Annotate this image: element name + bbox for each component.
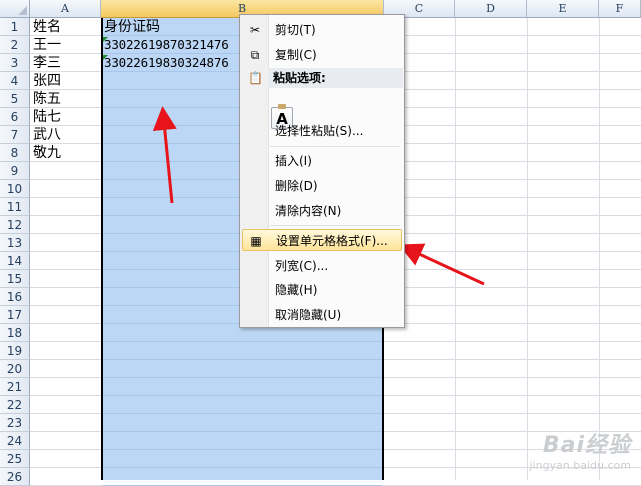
arrow-to-format-cells [398, 243, 485, 286]
menu-item-paste-special[interactable]: 选择性粘贴(S)... [242, 120, 402, 142]
arrow-to-column [152, 106, 177, 204]
copy-icon: ⧉ [250, 48, 260, 62]
menu-label: 插入(I) [275, 154, 312, 168]
scissors-icon: ✂ [249, 23, 261, 37]
menu-separator [270, 225, 400, 226]
menu-label: 复制(C) [275, 48, 317, 62]
menu-item-cut[interactable]: ✂ 剪切(T) [242, 19, 402, 41]
menu-label: 剪切(T) [275, 23, 316, 37]
menu-item-unhide[interactable]: 取消隐藏(U) [242, 304, 402, 326]
menu-label: 取消隐藏(U) [275, 308, 342, 322]
format-cells-icon: ▦ [250, 234, 262, 248]
menu-item-copy[interactable]: ⧉ 复制(C) [242, 44, 402, 66]
menu-label: 清除内容(N) [275, 204, 342, 218]
menu-item-delete[interactable]: 删除(D) [242, 175, 402, 197]
menu-item-clear-contents[interactable]: 清除内容(N) [242, 200, 402, 222]
menu-item-column-width[interactable]: 列宽(C)... [242, 255, 402, 277]
menu-label: 隐藏(H) [275, 283, 318, 297]
menu-item-hide[interactable]: 隐藏(H) [242, 279, 402, 301]
clipboard-icon: 📋 [248, 71, 263, 85]
watermark-logo: Bai经验 [542, 433, 631, 458]
menu-label: 选择性粘贴(S)... [275, 124, 364, 138]
paste-options-header: 粘贴选项: [268, 68, 403, 88]
menu-label: 列宽(C)... [275, 259, 329, 273]
context-menu: ✂ 剪切(T) ⧉ 复制(C) 粘贴选项: 📋 A 选择性粘贴(S)... 插入… [239, 14, 405, 328]
menu-label: 删除(D) [275, 179, 318, 193]
menu-item-insert[interactable]: 插入(I) [242, 150, 402, 172]
watermark-url: jingyan.baidu.com [529, 459, 631, 472]
menu-separator [270, 146, 400, 147]
menu-label: 设置单元格格式(F)... [276, 234, 388, 248]
menu-item-format-cells[interactable]: ▦ 设置单元格格式(F)... [242, 229, 402, 251]
baidu-jingyan-watermark: Bai经验 jingyan.baidu.com [529, 427, 631, 472]
